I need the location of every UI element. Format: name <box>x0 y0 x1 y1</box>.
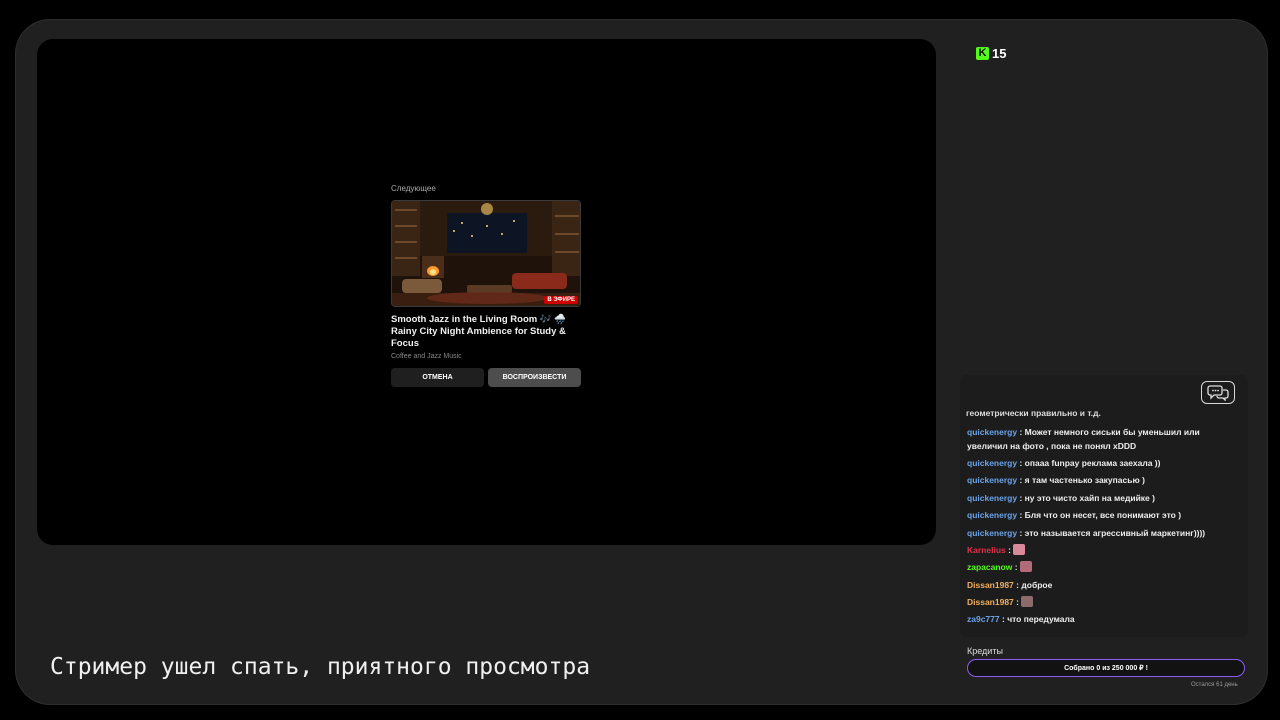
chat-username[interactable]: quickenergy <box>967 510 1017 520</box>
chat-panel: геометрически правильно и т.д. quickener… <box>960 375 1248 637</box>
channel-name[interactable]: Coffee and Jazz Music <box>391 353 581 360</box>
chat-separator: : <box>1017 458 1025 469</box>
cat-emote-icon <box>1021 596 1034 608</box>
chat-toggle-button[interactable] <box>1201 381 1235 404</box>
chat-message: quickenergy : опааа funpay реклама заеха… <box>967 454 1237 471</box>
play-button[interactable]: ВОСПРОИЗВЕСТИ <box>488 368 581 387</box>
chat-text: что передумала <box>1007 614 1075 625</box>
chat-username[interactable]: quickenergy <box>967 458 1017 468</box>
chat-message: zapacanow : <box>967 559 1237 576</box>
chat-separator: : <box>1017 527 1025 538</box>
chat-text: опааа funpay реклама заехала )) <box>1024 458 1161 469</box>
chat-message: za9c777 : что передумала <box>967 611 1237 628</box>
chat-username[interactable]: Dissan1987 <box>967 580 1014 590</box>
chat-text: доброе <box>1021 579 1053 590</box>
pink-emote-icon <box>1019 561 1032 573</box>
chat-message: quickenergy : Бля что он несет, все пони… <box>967 507 1237 524</box>
up-next-heading: Следующее <box>391 184 436 193</box>
chat-username[interactable]: quickenergy <box>967 493 1017 503</box>
up-next-card: Следующее В ЭФИРЕ Smooth Jazz in the Liv… <box>391 184 581 387</box>
chat-message: quickenergy : ну это чисто хайп на медий… <box>967 489 1237 506</box>
chat-username[interactable]: za9c777 <box>967 614 1000 624</box>
credits-label: Кредиты <box>967 646 1003 656</box>
chat-separator: : <box>1017 475 1025 486</box>
chat-message: quickenergy : я там частенько закупаcью … <box>967 472 1237 489</box>
viewer-count: 15 <box>992 46 1007 61</box>
chat-username[interactable]: Dissan1987 <box>967 597 1014 607</box>
pink-emote-icon <box>1013 543 1026 555</box>
chat-username[interactable]: quickenergy <box>967 427 1017 437</box>
chat-message: Dissan1987 : доброе <box>967 576 1237 593</box>
chat-separator: : <box>1013 597 1022 608</box>
video-thumbnail[interactable]: В ЭФИРЕ <box>391 200 581 307</box>
kick-logo-icon: K <box>976 47 989 60</box>
chat-message: quickenergy : Может немного сиськи бы ум… <box>967 423 1237 454</box>
chat-username[interactable]: quickenergy <box>967 475 1017 485</box>
living-room-image <box>392 201 580 306</box>
up-next-actions: ОТМЕНА ВОСПРОИЗВЕСТИ <box>391 368 581 387</box>
chat-message: Dissan1987 : <box>967 593 1237 610</box>
chat-bubbles-icon <box>1207 385 1229 401</box>
chat-message-list: quickenergy : Может немного сиськи бы ум… <box>967 423 1237 628</box>
chat-text: Бля что он несет, все понимают это ) <box>1024 510 1182 521</box>
chat-username[interactable]: Karnelius <box>967 545 1006 555</box>
chat-username[interactable]: quickenergy <box>967 528 1017 538</box>
chat-separator: : <box>1012 562 1020 573</box>
cancel-button[interactable]: ОТМЕНА <box>391 368 484 387</box>
chat-text: ну это чисто хайп на медийке ) <box>1024 492 1155 503</box>
chat-separator: : <box>1017 492 1025 503</box>
chat-message: Karnelius : <box>967 541 1237 558</box>
chat-text: я там частенько закупаcью ) <box>1024 475 1145 486</box>
chat-message: quickenergy : это называется агрессивный… <box>967 524 1237 541</box>
video-player[interactable]: Следующее В ЭФИРЕ Smooth Jazz in the Liv… <box>37 39 936 545</box>
credits-days-left: Остался 61 день <box>1191 682 1238 688</box>
live-badge: В ЭФИРЕ <box>544 296 578 304</box>
chat-separator: : <box>1005 544 1014 555</box>
chat-separator: : <box>1017 426 1025 437</box>
video-title[interactable]: Smooth Jazz in the Living Room 🎶 🌧️ Rain… <box>391 314 581 350</box>
chat-separator: : <box>1017 510 1025 521</box>
chat-text: это называется агрессивный маркетинг)))) <box>1024 527 1206 538</box>
credits-progress-bar[interactable]: Собрано 0 из 250 000 ₽ ! <box>967 659 1245 677</box>
viewer-counter: K 15 <box>976 46 1006 61</box>
chat-message-partial: геометрически правильно и т.д. <box>966 408 1101 418</box>
stream-status-text: Стример ушел спать, приятного просмотра <box>50 654 591 680</box>
chat-username[interactable]: zapacanow <box>967 562 1012 572</box>
